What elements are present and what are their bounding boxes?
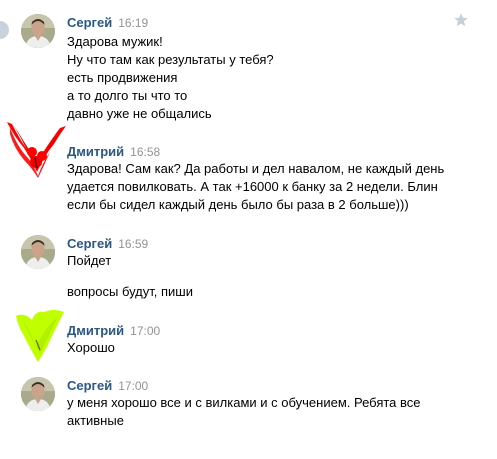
author-name[interactable]: Дмитрий bbox=[67, 323, 124, 338]
status-dot-icon bbox=[0, 21, 9, 39]
message-followup-text: вопросы будут, пиши bbox=[67, 283, 477, 301]
message-line: у меня хорошо все и с вилками и с обучен… bbox=[67, 395, 421, 410]
author-name[interactable]: Сергей bbox=[67, 236, 112, 251]
message-line: Пойдет bbox=[67, 253, 112, 268]
message-line: Хорошо bbox=[67, 340, 115, 355]
chat-history: Сергей 16:19 Здарова мужик! Ну что там ка… bbox=[0, 0, 497, 459]
message-line: Ну что там как результаты у тебя? bbox=[67, 52, 274, 67]
message-line: Здарова мужик! bbox=[67, 34, 163, 49]
author-name[interactable]: Дмитрий bbox=[67, 144, 124, 159]
message-line: если бы сидел каждый день было бы раза в… bbox=[67, 197, 409, 212]
redaction-scribble bbox=[16, 310, 64, 362]
star-icon[interactable] bbox=[453, 12, 469, 28]
message-header: Дмитрий 17:00 bbox=[67, 323, 160, 339]
message-text: Здарова! Сам как? Да работы и дел навало… bbox=[67, 160, 477, 214]
message-line: давно уже не общались bbox=[67, 106, 212, 121]
message-time: 16:59 bbox=[118, 237, 149, 251]
message-line: а то долго ты что то bbox=[67, 88, 188, 103]
redaction-scribble bbox=[7, 122, 66, 178]
message-line: удается повилковать. А так +16000 к банк… bbox=[67, 179, 438, 194]
author-name[interactable]: Сергей bbox=[67, 15, 112, 30]
message-time: 16:58 bbox=[130, 145, 161, 159]
message-text: у меня хорошо все и с вилками и с обучен… bbox=[67, 394, 477, 430]
message-text: Пойдет bbox=[67, 252, 477, 270]
avatar[interactable] bbox=[21, 235, 55, 269]
author-name[interactable]: Сергей bbox=[67, 378, 112, 393]
message-line: вопросы будут, пиши bbox=[67, 284, 193, 299]
message-text: Здарова мужик! Ну что там как результаты… bbox=[67, 33, 477, 123]
message-text: Хорошо bbox=[67, 339, 477, 357]
message-time: 17:00 bbox=[118, 379, 149, 393]
message-line: Здарова! Сам как? Да работы и дел навало… bbox=[67, 161, 445, 176]
message-time: 17:00 bbox=[130, 324, 161, 338]
avatar[interactable] bbox=[21, 377, 55, 411]
message-line: есть продвижения bbox=[67, 70, 178, 85]
message-header: Дмитрий 16:58 bbox=[67, 144, 160, 160]
message-header: Сергей 16:59 bbox=[67, 236, 148, 252]
message-line: активные bbox=[67, 413, 124, 428]
message-header: Сергей 17:00 bbox=[67, 378, 148, 394]
avatar[interactable] bbox=[21, 14, 55, 48]
message-header: Сергей 16:19 bbox=[67, 15, 148, 31]
message-time: 16:19 bbox=[118, 16, 149, 30]
